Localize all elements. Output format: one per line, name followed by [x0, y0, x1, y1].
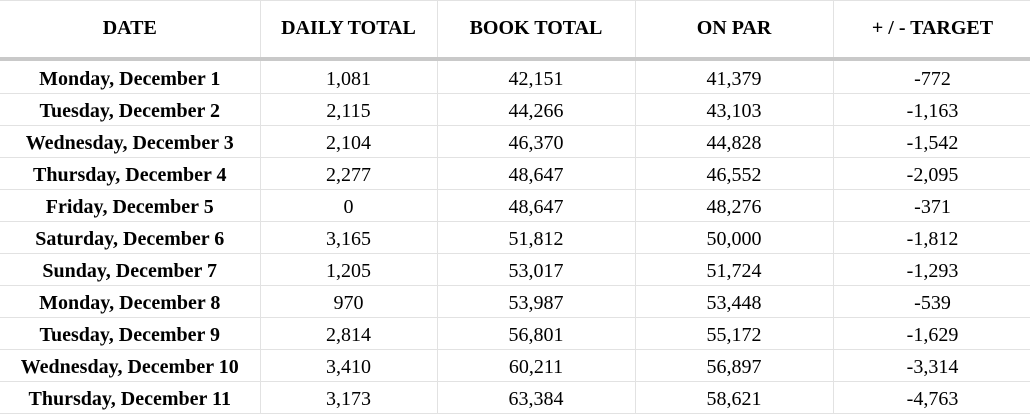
book-total-cell[interactable]: 48,647 [437, 189, 636, 222]
on-par-cell[interactable]: 46,552 [635, 157, 834, 190]
date-cell[interactable]: Monday, December 8 [0, 285, 261, 318]
book-total-cell[interactable]: 63,384 [437, 381, 636, 414]
table-row: Friday, December 5 0 48,647 48,276 -371 [0, 189, 1030, 222]
header-date[interactable]: DATE [0, 0, 261, 61]
on-par-cell[interactable]: 50,000 [635, 221, 834, 254]
on-par-cell[interactable]: 53,448 [635, 285, 834, 318]
table-row: Wednesday, December 3 2,104 46,370 44,828 -1… [0, 125, 1030, 158]
daily-total-cell[interactable]: 2,115 [260, 93, 438, 126]
target-cell[interactable]: -4,763 [833, 381, 1030, 414]
daily-total-cell[interactable]: 3,410 [260, 349, 438, 382]
daily-total-cell[interactable]: 1,205 [260, 253, 438, 286]
daily-total-cell[interactable]: 3,173 [260, 381, 438, 414]
spreadsheet: DATE DAILY TOTAL BOOK TOTAL ON PAR + / -… [0, 0, 1030, 417]
table-row: Monday, December 8 970 53,987 53,448 -539 [0, 285, 1030, 318]
target-cell[interactable]: -1,163 [833, 93, 1030, 126]
on-par-cell[interactable]: 41,379 [635, 58, 834, 94]
date-cell[interactable]: Saturday, December 6 [0, 221, 261, 254]
on-par-cell[interactable]: 43,103 [635, 93, 834, 126]
daily-total-cell[interactable]: 1,081 [260, 58, 438, 94]
date-cell[interactable]: Thursday, December 4 [0, 157, 261, 190]
daily-total-cell[interactable]: 2,277 [260, 157, 438, 190]
target-cell[interactable]: -1,293 [833, 253, 1030, 286]
date-cell[interactable]: Wednesday, December 10 [0, 349, 261, 382]
header-daily-total[interactable]: DAILY TOTAL [260, 0, 438, 61]
target-cell[interactable]: -1,812 [833, 221, 1030, 254]
target-cell[interactable]: -2,095 [833, 157, 1030, 190]
book-total-cell[interactable]: 46,370 [437, 125, 636, 158]
date-cell[interactable]: Wednesday, December 3 [0, 125, 261, 158]
on-par-cell[interactable]: 55,172 [635, 317, 834, 350]
daily-total-cell[interactable]: 970 [260, 285, 438, 318]
table-row: Monday, December 1 1,081 42,151 41,379 -772 [0, 58, 1030, 94]
on-par-cell[interactable]: 44,828 [635, 125, 834, 158]
progress-table: DATE DAILY TOTAL BOOK TOTAL ON PAR + / -… [0, 0, 1030, 414]
header-on-par[interactable]: ON PAR [635, 0, 834, 61]
header-book-total[interactable]: BOOK TOTAL [437, 0, 636, 61]
target-cell[interactable]: -539 [833, 285, 1030, 318]
daily-total-cell[interactable]: 2,104 [260, 125, 438, 158]
book-total-cell[interactable]: 53,017 [437, 253, 636, 286]
on-par-cell[interactable]: 56,897 [635, 349, 834, 382]
table-row: Thursday, December 4 2,277 48,647 46,552 -2,… [0, 157, 1030, 190]
on-par-cell[interactable]: 48,276 [635, 189, 834, 222]
date-cell[interactable]: Monday, December 1 [0, 58, 261, 94]
table-row: Saturday, December 6 3,165 51,812 50,000 -1,… [0, 221, 1030, 254]
date-cell[interactable]: Tuesday, December 9 [0, 317, 261, 350]
book-total-cell[interactable]: 60,211 [437, 349, 636, 382]
book-total-cell[interactable]: 56,801 [437, 317, 636, 350]
date-cell[interactable]: Sunday, December 7 [0, 253, 261, 286]
book-total-cell[interactable]: 44,266 [437, 93, 636, 126]
table-row: Thursday, December 11 3,173 63,384 58,621 -4… [0, 381, 1030, 414]
date-cell[interactable]: Thursday, December 11 [0, 381, 261, 414]
target-cell[interactable]: -1,629 [833, 317, 1030, 350]
book-total-cell[interactable]: 42,151 [437, 58, 636, 94]
target-cell[interactable]: -3,314 [833, 349, 1030, 382]
header-target[interactable]: + / - TARGET [833, 0, 1030, 61]
daily-total-cell[interactable]: 2,814 [260, 317, 438, 350]
book-total-cell[interactable]: 51,812 [437, 221, 636, 254]
table-row: Sunday, December 7 1,205 53,017 51,724 -1,29… [0, 253, 1030, 286]
header-row: DATE DAILY TOTAL BOOK TOTAL ON PAR + / -… [0, 0, 1030, 61]
table-header: DATE DAILY TOTAL BOOK TOTAL ON PAR + / -… [0, 0, 1030, 61]
table-row: Tuesday, December 9 2,814 56,801 55,172 -1,6… [0, 317, 1030, 350]
date-cell[interactable]: Tuesday, December 2 [0, 93, 261, 126]
daily-total-cell[interactable]: 3,165 [260, 221, 438, 254]
table-body: Monday, December 1 1,081 42,151 41,379 -772 T… [0, 58, 1030, 414]
table-row: Tuesday, December 2 2,115 44,266 43,103 -1,1… [0, 93, 1030, 126]
date-cell[interactable]: Friday, December 5 [0, 189, 261, 222]
target-cell[interactable]: -1,542 [833, 125, 1030, 158]
table-row: Wednesday, December 10 3,410 60,211 56,897-… [0, 349, 1030, 382]
on-par-cell[interactable]: 58,621 [635, 381, 834, 414]
book-total-cell[interactable]: 48,647 [437, 157, 636, 190]
target-cell[interactable]: -772 [833, 58, 1030, 94]
on-par-cell[interactable]: 51,724 [635, 253, 834, 286]
book-total-cell[interactable]: 53,987 [437, 285, 636, 318]
daily-total-cell[interactable]: 0 [260, 189, 438, 222]
target-cell[interactable]: -371 [833, 189, 1030, 222]
